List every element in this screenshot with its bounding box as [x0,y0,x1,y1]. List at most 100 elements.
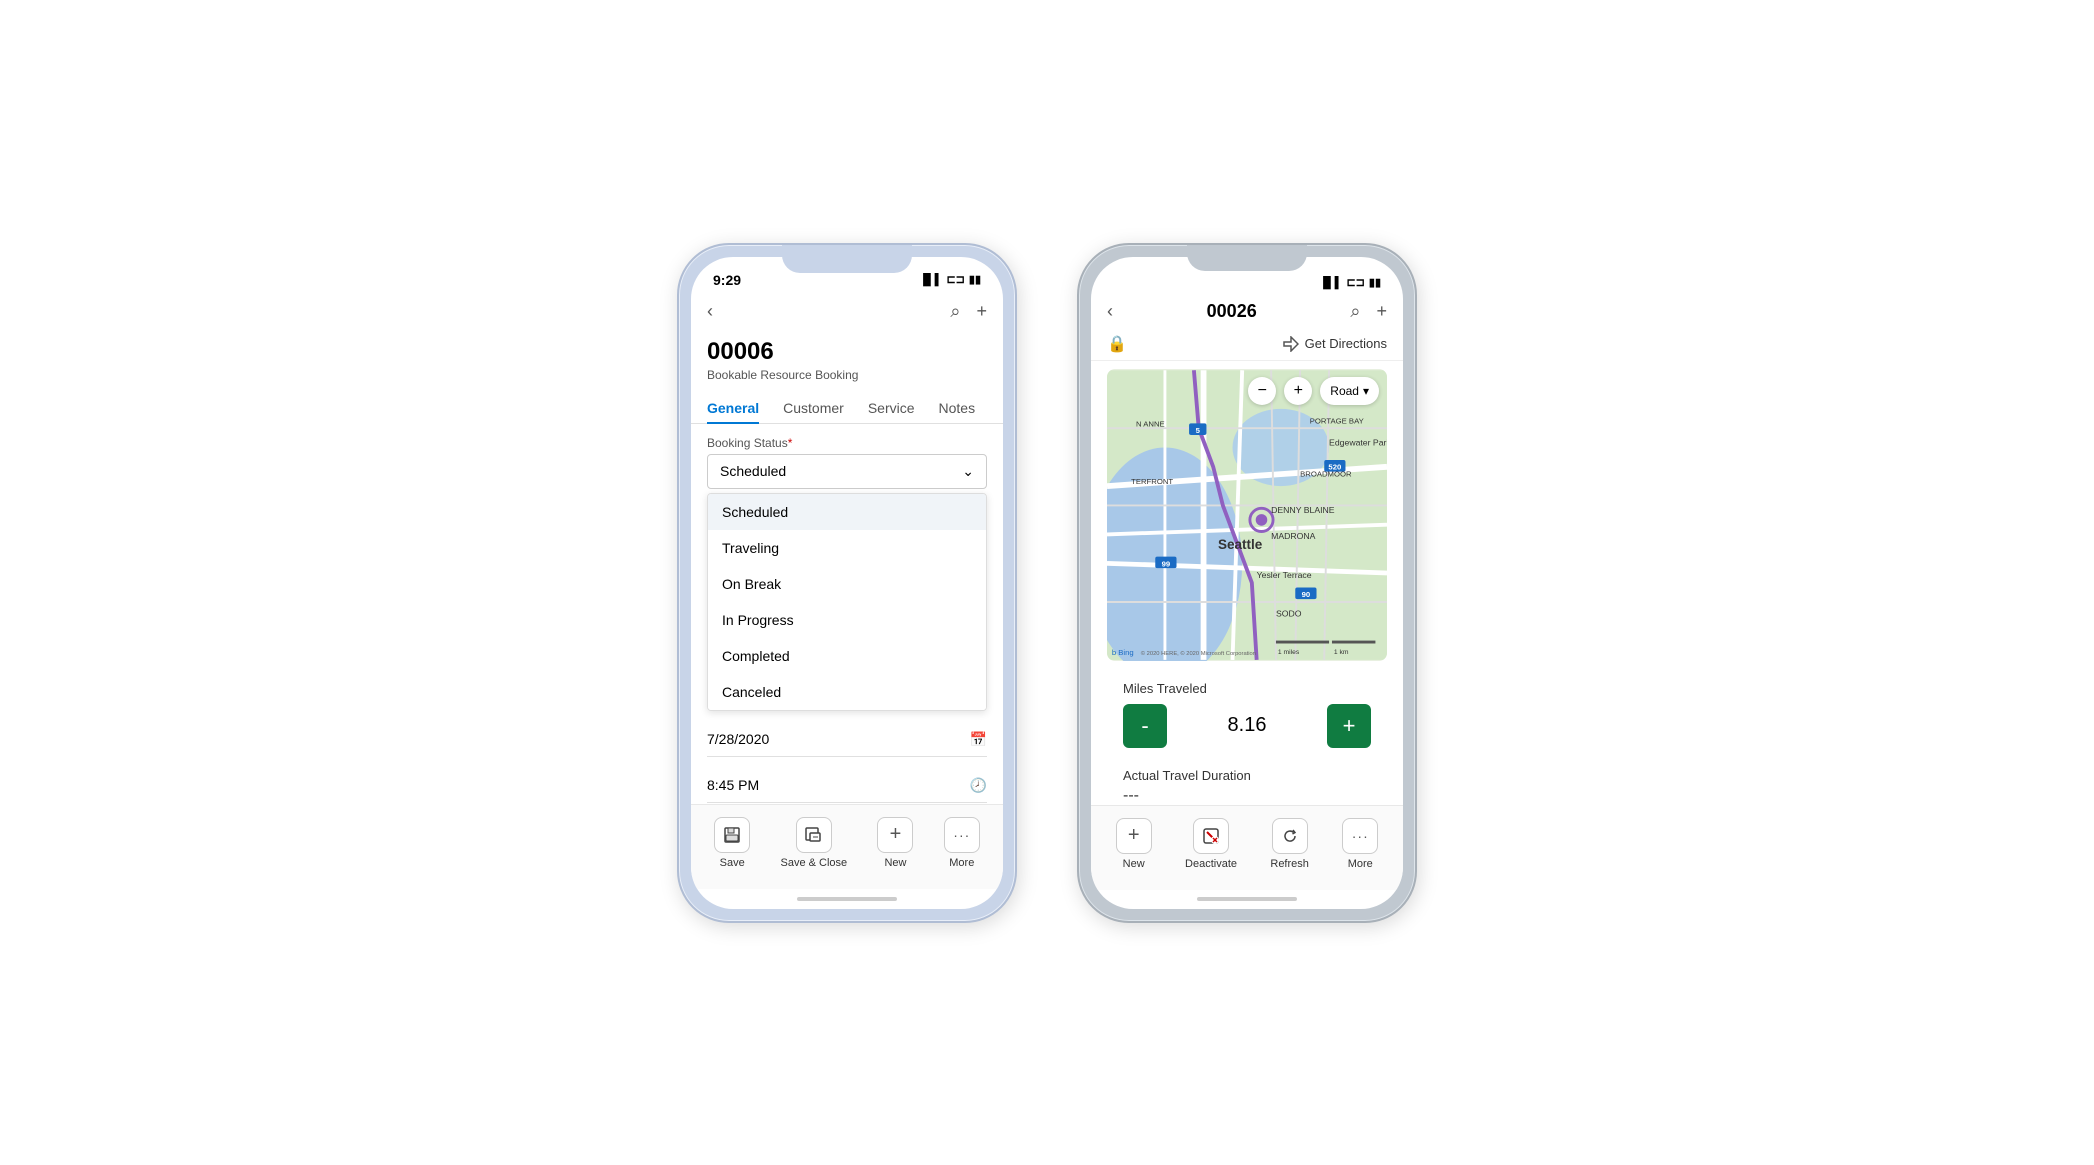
signal-icon-right: ▐▌▌ [1319,277,1342,289]
more-button-left[interactable]: ··· More [944,817,980,869]
dropdown-selected-value: Scheduled [720,463,786,479]
travel-duration-value: --- [1123,783,1371,805]
home-bar-right [1197,897,1297,901]
form-content-left: Booking Status* Scheduled ⌄ Scheduled Tr… [691,424,1003,804]
svg-text:5: 5 [1196,426,1201,435]
more-button-right[interactable]: ··· More [1342,818,1378,870]
tab-customer[interactable]: Customer [783,394,844,424]
deactivate-icon [1193,818,1229,854]
booking-status-options: Scheduled Traveling On Break In Progress… [707,493,987,711]
miles-decrement-button[interactable]: - [1123,704,1167,748]
new-icon-right: + [1116,818,1152,854]
save-close-button[interactable]: Save & Close [780,817,847,869]
get-directions-button[interactable]: Get Directions [1283,336,1387,352]
new-label-left: New [884,857,906,869]
map-svg: 5 520 99 90 Edgewater Park PORTAGE BAY B… [1107,369,1387,661]
tabs-bar-left: General Customer Service Notes [691,386,1003,424]
save-close-icon [796,817,832,853]
record-subtitle-left: Bookable Resource Booking [707,368,987,382]
more-label-right: More [1348,858,1373,870]
back-button-left[interactable]: ‹ [707,301,713,322]
miles-increment-button[interactable]: + [1327,704,1371,748]
option-in-progress[interactable]: In Progress [708,602,986,638]
svg-text:99: 99 [1162,559,1171,568]
travel-duration-label: Actual Travel Duration [1123,768,1371,783]
new-button-left[interactable]: + New [877,817,913,869]
app-header-left: ‹ ⌕ + [691,297,1003,330]
start-time-value[interactable]: 8:45 PM 🕗 [707,769,987,803]
map-type-button[interactable]: Road ▾ [1320,377,1379,405]
more-label-left: More [949,857,974,869]
left-phone-screen: 9:29 ▐▌▌ ⊏⊐ ▮▮ ‹ ⌕ + 00006 Bookable Reso… [691,257,1003,909]
refresh-icon [1272,818,1308,854]
more-icon-right: ··· [1342,818,1378,854]
miles-traveled-label: Miles Traveled [1123,681,1371,696]
option-canceled[interactable]: Canceled [708,674,986,710]
start-date-value[interactable]: 7/28/2020 📅 [707,723,987,757]
option-completed[interactable]: Completed [708,638,986,674]
header-actions-left: ⌕ + [950,301,987,322]
svg-text:N ANNE: N ANNE [1136,419,1165,428]
search-button-left[interactable]: ⌕ [950,301,960,322]
home-bar-left [797,897,897,901]
zoom-out-button[interactable]: − [1248,377,1276,405]
svg-text:Edgewater Park: Edgewater Park [1329,437,1387,447]
svg-text:SODO: SODO [1276,608,1302,618]
get-directions-label: Get Directions [1305,336,1387,351]
map-controls: − + Road ▾ [1248,377,1379,405]
more-icon-left: ··· [944,817,980,853]
directions-icon [1283,336,1299,352]
refresh-button[interactable]: Refresh [1270,818,1309,870]
save-label: Save [720,857,745,869]
lock-icon: 🔒 [1107,334,1127,354]
new-icon-left: + [877,817,913,853]
svg-text:Seattle: Seattle [1218,536,1263,551]
status-time: 9:29 [713,272,741,288]
svg-text:1 miles: 1 miles [1278,649,1300,656]
status-icons-left: ▐▌▌ ⊏⊐ ▮▮ [919,273,981,286]
map-container: 5 520 99 90 Edgewater Park PORTAGE BAY B… [1107,369,1387,661]
option-scheduled[interactable]: Scheduled [708,494,986,530]
save-close-label: Save & Close [780,857,847,869]
save-icon [714,817,750,853]
phone-notch-left [782,245,912,273]
left-phone: 9:29 ▐▌▌ ⊏⊐ ▮▮ ‹ ⌕ + 00006 Bookable Reso… [677,243,1017,923]
save-button[interactable]: Save [714,817,750,869]
start-time-field: 8:45 PM 🕗 [707,769,987,803]
svg-text:Yesler Terrace: Yesler Terrace [1257,569,1312,579]
add-button-right[interactable]: + [1376,301,1387,322]
bottom-toolbar-left: Save Save & Close + New [691,804,1003,889]
svg-text:© 2020 HERE, © 2020 Microsoft: © 2020 HERE, © 2020 Microsoft Corporatio… [1141,650,1256,657]
directions-row: 🔒 Get Directions [1091,330,1403,361]
calendar-icon: 📅 [970,731,987,748]
record-number-left: 00006 [707,338,987,366]
zoom-in-button[interactable]: + [1284,377,1312,405]
battery-icon: ▮▮ [969,273,981,286]
app-header-right: ‹ 00026 ⌕ + [1091,297,1403,330]
svg-text:b Bing: b Bing [1112,648,1134,657]
wifi-icon-right: ⊏⊐ [1346,276,1364,289]
clock-icon: 🕗 [970,777,987,794]
signal-icon: ▐▌▌ [919,274,942,286]
battery-icon-right: ▮▮ [1369,276,1381,289]
option-on-break[interactable]: On Break [708,566,986,602]
refresh-label: Refresh [1270,858,1309,870]
svg-text:90: 90 [1302,590,1311,599]
svg-text:TERFRONT: TERFRONT [1131,477,1173,486]
add-button-left[interactable]: + [976,301,987,322]
deactivate-button[interactable]: Deactivate [1185,818,1237,870]
map-type-label: Road [1330,384,1359,398]
tab-notes[interactable]: Notes [939,394,976,424]
search-button-right[interactable]: ⌕ [1350,301,1360,322]
miles-traveled-section: Miles Traveled - 8.16 + [1107,669,1387,760]
new-button-right[interactable]: + New [1116,818,1152,870]
tab-general[interactable]: General [707,394,759,424]
miles-control: - 8.16 + [1123,704,1371,748]
record-number-right: 00026 [1113,301,1350,322]
tab-service[interactable]: Service [868,394,915,424]
booking-status-dropdown[interactable]: Scheduled ⌄ [707,454,987,489]
header-actions-right: ⌕ + [1350,301,1387,322]
phone-notch-right [1187,245,1307,271]
wifi-icon: ⊏⊐ [946,273,964,286]
option-traveling[interactable]: Traveling [708,530,986,566]
